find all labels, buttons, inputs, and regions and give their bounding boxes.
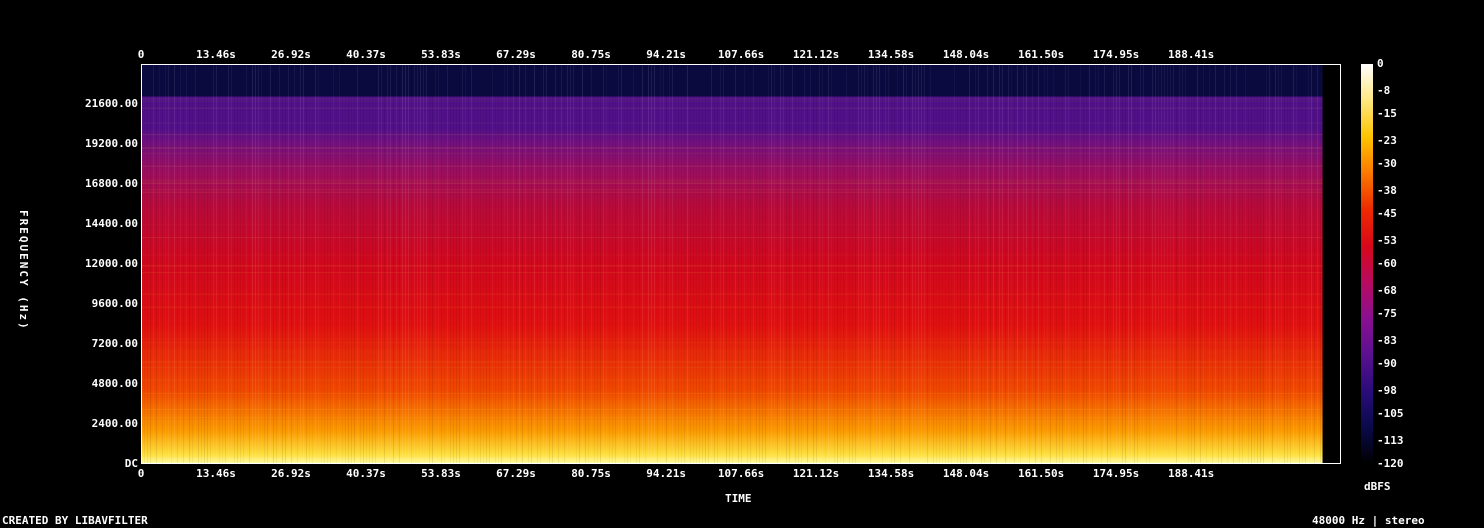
x-tick-label-top: 67.29s [496, 48, 536, 61]
y-tick-label: 16800.00 [85, 177, 138, 190]
y-tick-label: 14400.00 [85, 217, 138, 230]
x-tick-label-bottom: 13.46s [196, 467, 236, 480]
post-content-region [1322, 64, 1341, 464]
colorbar-tick-label: -45 [1377, 207, 1397, 220]
y-tick-label: 4800.00 [91, 377, 138, 390]
x-tick-label-top: 40.37s [346, 48, 386, 61]
x-tick-label-bottom: 107.66s [717, 467, 765, 480]
colorbar-tick-label: -8 [1377, 83, 1391, 97]
colorbar-tick-label: -120 [1377, 457, 1404, 470]
x-tick-label-top: 80.75s [571, 48, 611, 61]
x-tick-label-top: 26.92s [271, 48, 311, 61]
footer-sample-info: 48000 Hz | stereo [1312, 514, 1425, 527]
footer-credit: CREATED BY LIBAVFILTER [2, 514, 148, 527]
y-tick-label: DC [124, 457, 138, 470]
x-axis-label: TIME [725, 492, 752, 505]
x-tick-label-bottom: 80.75s [571, 467, 611, 480]
x-tick-label-bottom: 26.92s [271, 467, 311, 480]
x-tick-label-top: 161.50s [1017, 48, 1065, 61]
x-tick-label-bottom: 134.58s [867, 467, 915, 480]
dbfs-colorbar [1361, 64, 1373, 464]
y-tick-label: 2400.00 [91, 417, 138, 430]
colorbar-tick-label: -90 [1377, 357, 1397, 370]
x-tick-label-bottom: 161.50s [1017, 467, 1065, 480]
x-tick-label-bottom: 174.95s [1092, 467, 1140, 480]
x-tick-label-top: 188.41s [1167, 48, 1215, 61]
x-tick-label-top: 13.46s [196, 48, 236, 61]
x-tick-label-top: 174.95s [1092, 48, 1140, 61]
y-tick-label: 12000.00 [85, 257, 138, 270]
colorbar-tick-label: -113 [1377, 433, 1404, 447]
y-tick-label: 19200.00 [85, 137, 138, 150]
x-tick-label-top: 107.66s [717, 48, 765, 61]
colorbar-tick-label: -30 [1377, 157, 1397, 170]
colorbar-tick-label: -53 [1377, 233, 1397, 247]
x-tick-label-top: 121.12s [792, 48, 840, 61]
x-tick-label-bottom: 121.12s [792, 467, 840, 480]
colorbar-tick-label: -60 [1377, 257, 1397, 270]
colorbar-tick-label: 0 [1377, 57, 1384, 70]
x-tick-label-bottom: 67.29s [496, 467, 536, 480]
colorbar-tick-label: -83 [1377, 333, 1397, 347]
x-tick-label-top: 0 [137, 48, 145, 61]
colorbar-tick-label: -38 [1377, 183, 1397, 197]
x-tick-label-bottom: 148.04s [942, 467, 990, 480]
x-tick-label-bottom: 94.21s [646, 467, 686, 480]
spectrogram-plot [141, 64, 1341, 464]
colorbar-tick-label: -15 [1377, 107, 1397, 120]
y-tick-label: 9600.00 [91, 297, 138, 310]
x-tick-label-top: 134.58s [867, 48, 915, 61]
x-tick-label-top: 53.83s [421, 48, 461, 61]
x-tick-label-bottom: 53.83s [421, 467, 461, 480]
colorbar-tick-label: -68 [1377, 283, 1397, 297]
colorbar-tick-label: -75 [1377, 307, 1397, 320]
y-tick-label: 7200.00 [91, 337, 138, 350]
y-tick-label: 21600.00 [85, 97, 138, 110]
colorbar-tick-label: -105 [1377, 407, 1404, 420]
x-tick-label-bottom: 188.41s [1167, 467, 1215, 480]
colorbar-label: dBFS [1364, 480, 1391, 493]
colorbar-tick-label: -98 [1377, 383, 1397, 397]
colorbar-tick-label: -23 [1377, 133, 1397, 147]
x-tick-label-top: 94.21s [646, 48, 686, 61]
x-tick-label-top: 148.04s [942, 48, 990, 61]
y-axis-label: FREQUENCY (Hz) [17, 210, 30, 331]
x-tick-label-bottom: 0 [137, 467, 145, 480]
x-tick-label-bottom: 40.37s [346, 467, 386, 480]
colorbar-gradient [1361, 64, 1373, 464]
